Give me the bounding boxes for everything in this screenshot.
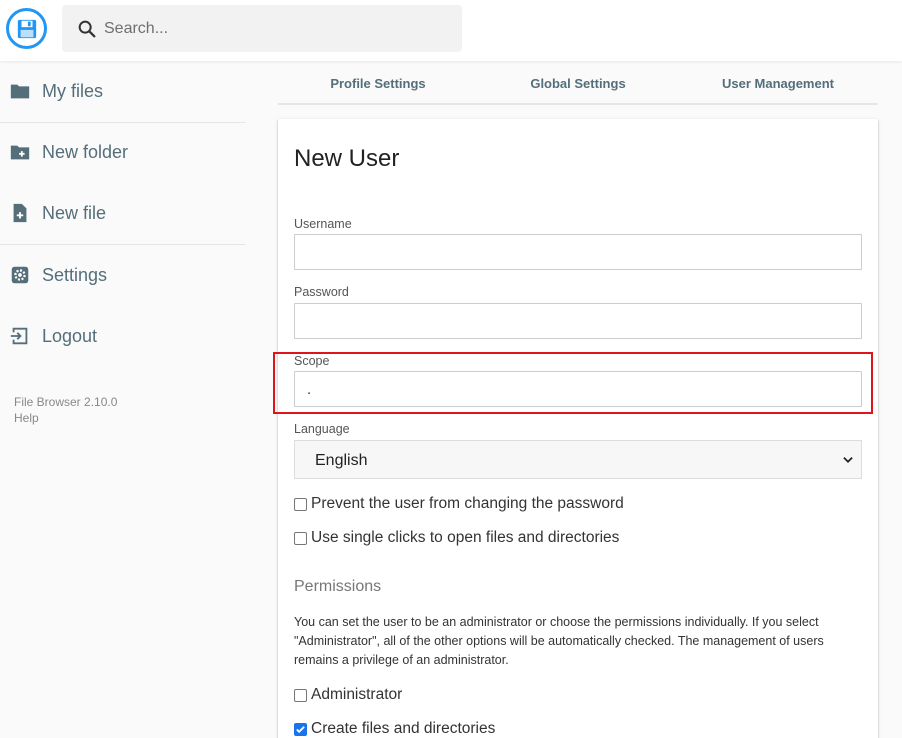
search-icon xyxy=(78,20,96,38)
settings-tabs: Profile Settings Global Settings User Ma… xyxy=(278,61,878,105)
prevent-password-change-checkbox[interactable] xyxy=(294,497,307,511)
sidebar-item-label: New folder xyxy=(42,142,129,162)
create-files-option[interactable]: Create files and directories xyxy=(294,720,495,738)
tab-user-management[interactable]: User Management xyxy=(678,76,878,91)
app-logo[interactable] xyxy=(6,8,47,49)
tab-profile-settings[interactable]: Profile Settings xyxy=(278,76,478,91)
file-plus-icon xyxy=(13,203,27,223)
sidebar-item-label: Settings xyxy=(42,265,108,285)
new-user-card: New User Username Password Scope Languag… xyxy=(273,119,878,738)
folder-plus-icon xyxy=(10,145,30,160)
help-link[interactable]: Help xyxy=(14,411,39,425)
sidebar-item-new-folder[interactable]: New folder xyxy=(0,132,246,172)
prevent-password-change-option[interactable]: Prevent the user from changing the passw… xyxy=(294,495,624,513)
page-title: New User xyxy=(294,145,400,172)
floppy-disk-icon xyxy=(17,19,36,38)
checkbox-label: Create files and directories xyxy=(311,720,496,737)
gear-icon xyxy=(11,266,29,284)
checkbox-label: Administrator xyxy=(311,686,403,703)
single-click-option[interactable]: Use single clicks to open files and dire… xyxy=(294,529,619,547)
username-label: Username xyxy=(294,217,352,231)
language-label: Language xyxy=(294,422,350,436)
version-text: File Browser 2.10.0 xyxy=(14,395,118,409)
password-label: Password xyxy=(294,285,349,299)
create-files-checkbox[interactable] xyxy=(294,722,307,736)
checkbox-label: Use single clicks to open files and dire… xyxy=(311,529,620,546)
administrator-checkbox[interactable] xyxy=(294,688,307,702)
tab-global-settings[interactable]: Global Settings xyxy=(478,76,678,91)
sidebar-item-label: New file xyxy=(42,203,107,223)
checkbox-label: Prevent the user from changing the passw… xyxy=(311,495,624,512)
search-bar[interactable] xyxy=(62,5,462,52)
permissions-description: You can set the user to be an administra… xyxy=(294,615,824,667)
logout-icon xyxy=(10,327,28,345)
checkmark-icon xyxy=(296,725,305,733)
sidebar-item-label: My files xyxy=(42,81,104,101)
folder-icon xyxy=(10,84,30,99)
language-select[interactable]: English xyxy=(294,440,862,479)
single-click-checkbox[interactable] xyxy=(294,531,307,545)
sidebar-item-logout[interactable]: Logout xyxy=(0,316,246,356)
sidebar-item-settings[interactable]: Settings xyxy=(0,255,246,295)
permissions-heading: Permissions xyxy=(294,578,382,595)
sidebar-item-my-files[interactable]: My files xyxy=(0,71,246,111)
language-selected-value: English xyxy=(315,452,368,469)
sidebar-item-new-file[interactable]: New file xyxy=(0,193,246,233)
administrator-option[interactable]: Administrator xyxy=(294,686,402,704)
search-input[interactable] xyxy=(104,5,444,52)
chevron-down-icon xyxy=(843,457,853,463)
sidebar-divider xyxy=(0,122,246,123)
top-bar xyxy=(0,0,902,61)
sidebar-divider xyxy=(0,244,246,245)
password-field[interactable] xyxy=(294,303,862,339)
sidebar-item-label: Logout xyxy=(42,326,98,346)
username-field[interactable] xyxy=(294,234,862,270)
scope-highlight-box xyxy=(273,352,873,414)
